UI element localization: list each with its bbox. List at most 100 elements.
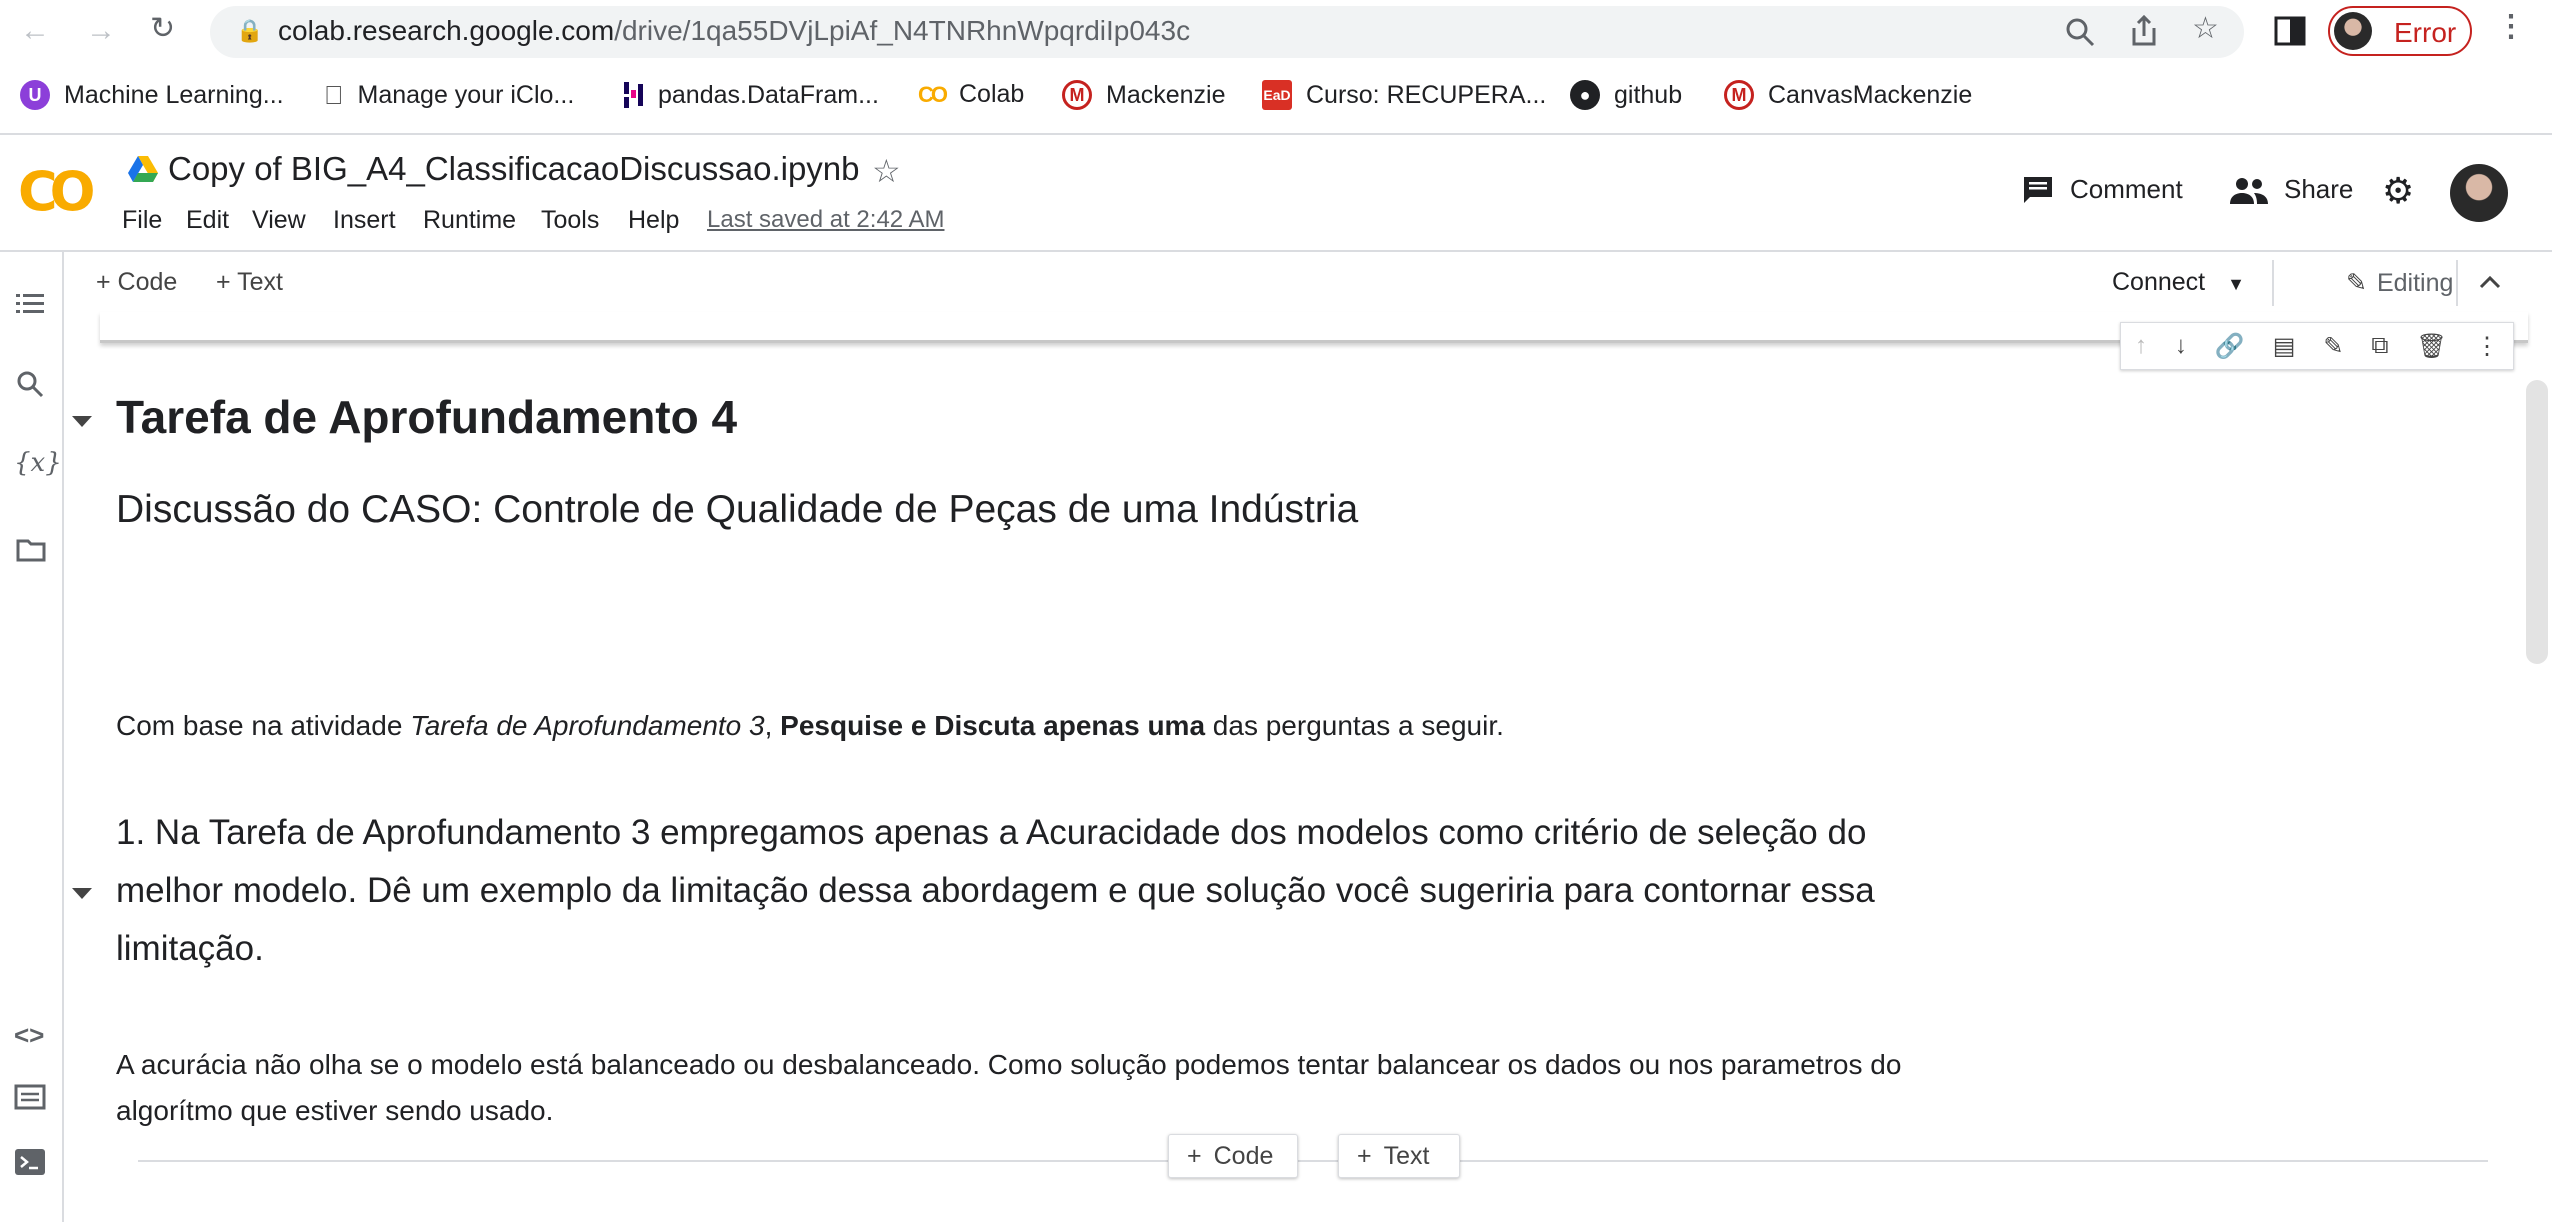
menu-insert[interactable]: Insert bbox=[333, 206, 396, 235]
collapse-chevron-icon[interactable] bbox=[2478, 272, 2502, 292]
forward-arrow-icon[interactable]: → bbox=[86, 16, 116, 46]
comment-button[interactable]: Comment bbox=[2022, 174, 2183, 205]
bookmark-canvas-mackenzie[interactable]: M CanvasMackenzie bbox=[1724, 80, 1972, 110]
pencil-icon: ✎ bbox=[2346, 269, 2367, 297]
bookmark-icloud[interactable]: Manage your iClo... bbox=[324, 80, 574, 111]
reload-icon[interactable]: ↻ bbox=[150, 14, 175, 44]
colab-icon: CO bbox=[918, 81, 948, 107]
intro-italic-text: Tarefa de Aprofundamento 3 bbox=[410, 710, 765, 741]
terminal-icon[interactable] bbox=[14, 1148, 46, 1176]
url-host: colab.research.google.com bbox=[278, 15, 615, 46]
bookmark-pandas[interactable]: pandas.DataFram... bbox=[622, 80, 879, 110]
section-subheading: Discussão do CASO: Controle de Qualidade… bbox=[116, 488, 1359, 531]
pandas-icon bbox=[624, 82, 643, 108]
plus-icon: + bbox=[1357, 1141, 1372, 1170]
answer-text: A acurácia não olha se o modelo está bal… bbox=[116, 1049, 1902, 1126]
star-icon[interactable]: ☆ bbox=[872, 152, 901, 190]
collapse-section-arrow-icon[interactable] bbox=[72, 416, 92, 427]
menu-runtime[interactable]: Runtime bbox=[423, 206, 516, 235]
link-icon[interactable]: 🔗 bbox=[2215, 332, 2245, 361]
error-label: Error bbox=[2394, 17, 2457, 48]
menu-help[interactable]: Help bbox=[628, 206, 679, 235]
menu-file[interactable]: File bbox=[122, 206, 162, 235]
plus-icon: + bbox=[96, 268, 118, 296]
intro-bold-text: Pesquise e Discuta apenas uma bbox=[780, 710, 1206, 741]
add-text-button[interactable]: + Text bbox=[216, 268, 283, 297]
bookmark-mackenzie[interactable]: M Mackenzie bbox=[1062, 80, 1226, 110]
notebook-title[interactable]: Copy of BIG_A4_ClassificacaoDiscussao.ip… bbox=[168, 150, 860, 188]
intro-text: Com base na atividade bbox=[116, 710, 411, 741]
bookmark-label: Mackenzie bbox=[1106, 80, 1226, 109]
menu-view[interactable]: View bbox=[252, 206, 306, 235]
bookmark-label: Colab bbox=[959, 80, 1025, 108]
share-button[interactable]: Share bbox=[2230, 174, 2353, 205]
github-icon: ● bbox=[1570, 80, 1600, 110]
back-arrow-icon[interactable]: ← bbox=[20, 16, 50, 46]
bookmark-machine-learning[interactable]: U Machine Learning... bbox=[20, 80, 284, 110]
connect-button[interactable]: Connect ▼ bbox=[2112, 268, 2245, 297]
divider bbox=[0, 250, 2552, 252]
intro-paragraph: Com base na atividade Tarefa de Aprofund… bbox=[116, 710, 1504, 742]
editing-mode-button[interactable]: ✎ Editing bbox=[2346, 268, 2453, 298]
zoom-icon[interactable] bbox=[2064, 16, 2096, 48]
apple-icon:  bbox=[324, 80, 344, 111]
url-text[interactable]: colab.research.google.com/drive/1qa55DVj… bbox=[278, 15, 1190, 47]
colab-logo[interactable]: CO bbox=[18, 160, 95, 223]
user-avatar[interactable] bbox=[2450, 164, 2508, 222]
menu-edit[interactable]: Edit bbox=[186, 206, 229, 235]
section-heading: Tarefa de Aprofundamento 4 bbox=[116, 391, 738, 443]
menu-tools[interactable]: Tools bbox=[541, 206, 599, 235]
question-text: 1. Na Tarefa de Aprofundamento 3 emprega… bbox=[116, 813, 1875, 968]
insert-code-cell-button[interactable]: + Code bbox=[1168, 1134, 1298, 1178]
command-palette-icon[interactable] bbox=[14, 1084, 46, 1110]
bookmark-icon: U bbox=[20, 80, 50, 110]
table-of-contents-icon[interactable] bbox=[16, 292, 44, 316]
add-text-label: Text bbox=[237, 268, 283, 296]
divider bbox=[0, 133, 2552, 135]
comment-icon bbox=[2024, 176, 2052, 203]
scrollbar-thumb[interactable] bbox=[2526, 380, 2548, 664]
more-options-icon[interactable]: ⋮ bbox=[2475, 332, 2499, 361]
bookmark-curso[interactable]: EaD Curso: RECUPERA... bbox=[1262, 80, 1546, 110]
search-icon[interactable] bbox=[16, 370, 44, 398]
move-cell-down-icon[interactable]: ↓ bbox=[2175, 332, 2187, 360]
mackenzie-icon: M bbox=[1724, 80, 1754, 110]
last-saved-link[interactable]: Last saved at 2:42 AM bbox=[707, 206, 944, 234]
code-snippets-icon[interactable]: <> bbox=[14, 1020, 44, 1051]
lock-icon[interactable]: 🔒 bbox=[236, 18, 263, 44]
bookmark-label: pandas.DataFram... bbox=[658, 80, 879, 109]
move-cell-up-icon[interactable]: ↑ bbox=[2135, 332, 2147, 360]
plus-icon: + bbox=[216, 268, 238, 296]
bookmark-label: Curso: RECUPERA... bbox=[1306, 80, 1547, 109]
intro-suffix-text: das perguntas a seguir. bbox=[1205, 710, 1504, 741]
insert-text-cell-button[interactable]: + Text bbox=[1338, 1134, 1460, 1178]
bookmark-colab[interactable]: CO Colab bbox=[918, 80, 1024, 109]
comment-cell-icon[interactable]: ▤ bbox=[2273, 332, 2296, 361]
side-panel-icon[interactable] bbox=[2274, 16, 2306, 46]
bookmark-github[interactable]: ● github bbox=[1570, 80, 1682, 110]
divider bbox=[2456, 260, 2458, 306]
bookmark-label: CanvasMackenzie bbox=[1768, 80, 1973, 109]
drive-icon[interactable] bbox=[128, 156, 158, 182]
edit-cell-icon[interactable]: ✎ bbox=[2323, 332, 2343, 361]
collapse-question-arrow-icon[interactable] bbox=[72, 888, 92, 899]
cell-toolbar: ↑ ↓ 🔗 ▤ ✎ ⧉ 🗑 ⋮ bbox=[2120, 322, 2514, 370]
add-code-label: Code bbox=[117, 268, 178, 296]
bookmark-star-icon[interactable]: ☆ bbox=[2192, 14, 2219, 44]
browser-menu-icon[interactable]: ⋮ bbox=[2496, 12, 2526, 42]
insert-code-label: Code bbox=[1213, 1141, 1274, 1170]
people-icon bbox=[2230, 177, 2268, 204]
bookmark-label: Manage your iClo... bbox=[338, 80, 575, 109]
add-code-button[interactable]: + Code bbox=[96, 268, 177, 297]
variables-icon[interactable]: {x} bbox=[14, 448, 62, 478]
url-path: /drive/1qa55DVjLpiAf_N4TNRhnWpqrdiIp043c bbox=[614, 15, 1191, 46]
settings-gear-icon[interactable]: ⚙ bbox=[2382, 170, 2414, 212]
profile-error-button[interactable]: Error bbox=[2328, 6, 2472, 56]
bookmark-label: Machine Learning... bbox=[64, 80, 284, 109]
files-folder-icon[interactable] bbox=[16, 538, 46, 562]
intro-separator: , bbox=[764, 710, 781, 741]
delete-cell-icon[interactable]: 🗑 bbox=[2417, 332, 2447, 361]
editing-label: Editing bbox=[2376, 269, 2454, 297]
mirror-cell-icon[interactable]: ⧉ bbox=[2371, 332, 2388, 360]
share-page-icon[interactable] bbox=[2128, 14, 2160, 48]
